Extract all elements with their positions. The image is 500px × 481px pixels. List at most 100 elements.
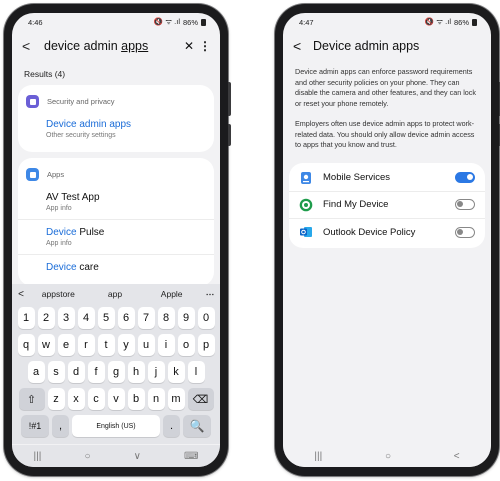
app-label: Outlook Device Policy <box>323 226 416 238</box>
suggestion-item[interactable]: app <box>87 289 144 299</box>
battery-level: 86% <box>182 17 198 27</box>
search-key-icon[interactable]: 🔍 <box>183 415 211 437</box>
device-admin-app-list: Mobile Services Find My Device Outlook D… <box>289 162 485 248</box>
key[interactable]: y <box>117 334 135 356</box>
list-item-outlook-device-policy[interactable]: Outlook Device Policy <box>289 219 485 246</box>
key[interactable]: 5 <box>97 307 115 329</box>
description-paragraph: Employers often use device admin apps to… <box>295 119 475 149</box>
key[interactable]: q <box>17 334 35 356</box>
key[interactable]: b <box>127 388 145 410</box>
category-header: Security and privacy <box>18 91 214 112</box>
key[interactable]: j <box>147 361 165 383</box>
keyboard: 1 2 3 4 5 6 7 8 9 0 q w e r t y u i o p … <box>12 304 220 444</box>
app-label: Find My Device <box>323 199 389 210</box>
key[interactable]: 9 <box>177 307 195 329</box>
suggestion-item[interactable]: appstore <box>30 289 87 299</box>
result-item-av-test-app[interactable]: AV Test App App info <box>18 185 214 220</box>
search-input[interactable]: device admin apps <box>38 39 180 53</box>
result-item-device-admin-apps[interactable]: Device admin apps Other security setting… <box>18 112 214 146</box>
find-my-device-icon <box>299 198 313 211</box>
key[interactable]: i <box>157 334 175 356</box>
recents-icon[interactable]: ||| <box>314 451 322 462</box>
comma-key[interactable]: , <box>52 415 69 437</box>
description-paragraph: Device admin apps can enforce password r… <box>295 67 476 108</box>
back-icon[interactable]: < <box>22 38 38 54</box>
key[interactable]: 3 <box>57 307 75 329</box>
key[interactable]: 7 <box>137 307 155 329</box>
key[interactable]: 1 <box>17 307 35 329</box>
key[interactable]: x <box>67 388 85 410</box>
result-item-device-care[interactable]: Device care <box>18 255 214 280</box>
key[interactable]: o <box>177 334 195 356</box>
key[interactable]: d <box>67 361 85 383</box>
key[interactable]: a <box>27 361 45 383</box>
key[interactable]: 8 <box>157 307 175 329</box>
key[interactable]: 4 <box>77 307 95 329</box>
result-item-device-pulse[interactable]: Device Pulse App info <box>18 220 214 255</box>
clear-icon[interactable]: ✕ <box>180 39 198 53</box>
key[interactable]: s <box>47 361 65 383</box>
back-nav-icon[interactable]: < <box>454 451 460 462</box>
app-label: Mobile Services <box>323 172 391 183</box>
key[interactable]: n <box>147 388 165 410</box>
more-options-icon[interactable]: ⋮ <box>198 39 212 53</box>
key[interactable]: m <box>167 388 185 410</box>
key[interactable]: r <box>77 334 95 356</box>
key[interactable]: z <box>47 388 65 410</box>
mobile-services-toggle[interactable] <box>455 172 475 183</box>
result-subtitle: Other security settings <box>46 132 116 139</box>
recents-icon[interactable]: ||| <box>34 451 42 462</box>
key[interactable]: h <box>127 361 145 383</box>
key[interactable]: 0 <box>197 307 215 329</box>
keyboard-icon[interactable]: ⌨ <box>184 451 198 462</box>
left-screen: 4:46 🔇 ᯤ .ıl 86% < device admin apps ✕ ⋮… <box>12 13 220 467</box>
key[interactable]: f <box>87 361 105 383</box>
result-title-rest: care <box>76 262 99 273</box>
symbols-key[interactable]: !#1 <box>21 415 49 437</box>
home-icon[interactable]: ○ <box>84 451 90 462</box>
key[interactable]: 2 <box>37 307 55 329</box>
results-count: Results (4) <box>24 69 66 79</box>
key[interactable]: k <box>167 361 185 383</box>
key[interactable]: v <box>107 388 125 410</box>
left-phone: 4:46 🔇 ᯤ .ıl 86% < device admin apps ✕ ⋮… <box>4 4 231 476</box>
backspace-key-icon[interactable]: ⌫ <box>187 388 214 410</box>
right-screen: 4:47 🔇 ᯤ .ıl 86% < Device admin apps Dev… <box>283 13 491 467</box>
more-suggestions-icon[interactable]: ⋯ <box>200 289 220 300</box>
status-bar: 4:46 🔇 ᯤ .ıl 86% <box>12 13 220 31</box>
side-button <box>228 82 231 116</box>
navigation-bar: ||| ○ ∨ ⌨ <box>12 445 220 467</box>
key[interactable]: l <box>187 361 205 383</box>
space-key[interactable]: English (US) <box>72 415 160 437</box>
battery-icon <box>201 18 206 26</box>
result-title-highlight: Device admin apps <box>46 119 132 130</box>
key[interactable]: g <box>107 361 125 383</box>
period-key[interactable]: . <box>163 415 180 437</box>
keyboard-row-space: !#1 , English (US) . 🔍 <box>14 415 218 437</box>
status-icons: 🔇 ᯤ .ıl <box>424 17 451 26</box>
key[interactable]: 6 <box>117 307 135 329</box>
key[interactable]: u <box>137 334 155 356</box>
key[interactable]: t <box>97 334 115 356</box>
shift-key-icon[interactable]: ⇧ <box>18 388 45 410</box>
back-icon[interactable]: < <box>293 38 309 54</box>
keyboard-row-bottom: ⇧ z x c v b n m ⌫ <box>14 388 218 410</box>
battery-level: 86% <box>453 17 469 27</box>
outlook-device-policy-toggle[interactable] <box>455 226 475 238</box>
list-item-mobile-services[interactable]: Mobile Services <box>289 165 485 192</box>
keyboard-row-top: q w e r t y u i o p <box>14 334 218 356</box>
results-group-apps: Apps AV Test App App info Device Pulse A… <box>18 158 214 286</box>
search-query-text: device admin <box>44 39 122 53</box>
status-time: 4:47 <box>299 17 314 27</box>
suggestion-item[interactable]: Apple <box>143 289 200 299</box>
list-item-find-my-device[interactable]: Find My Device <box>289 192 485 219</box>
key[interactable]: e <box>57 334 75 356</box>
key[interactable]: w <box>37 334 55 356</box>
key[interactable]: p <box>197 334 215 356</box>
find-my-device-toggle[interactable] <box>455 199 475 210</box>
home-icon[interactable]: ○ <box>385 451 391 462</box>
key[interactable]: c <box>87 388 105 410</box>
result-title-rest: Pulse <box>76 227 105 238</box>
hide-keyboard-icon[interactable]: ∨ <box>134 451 141 462</box>
chevron-left-icon[interactable]: < <box>12 289 30 300</box>
